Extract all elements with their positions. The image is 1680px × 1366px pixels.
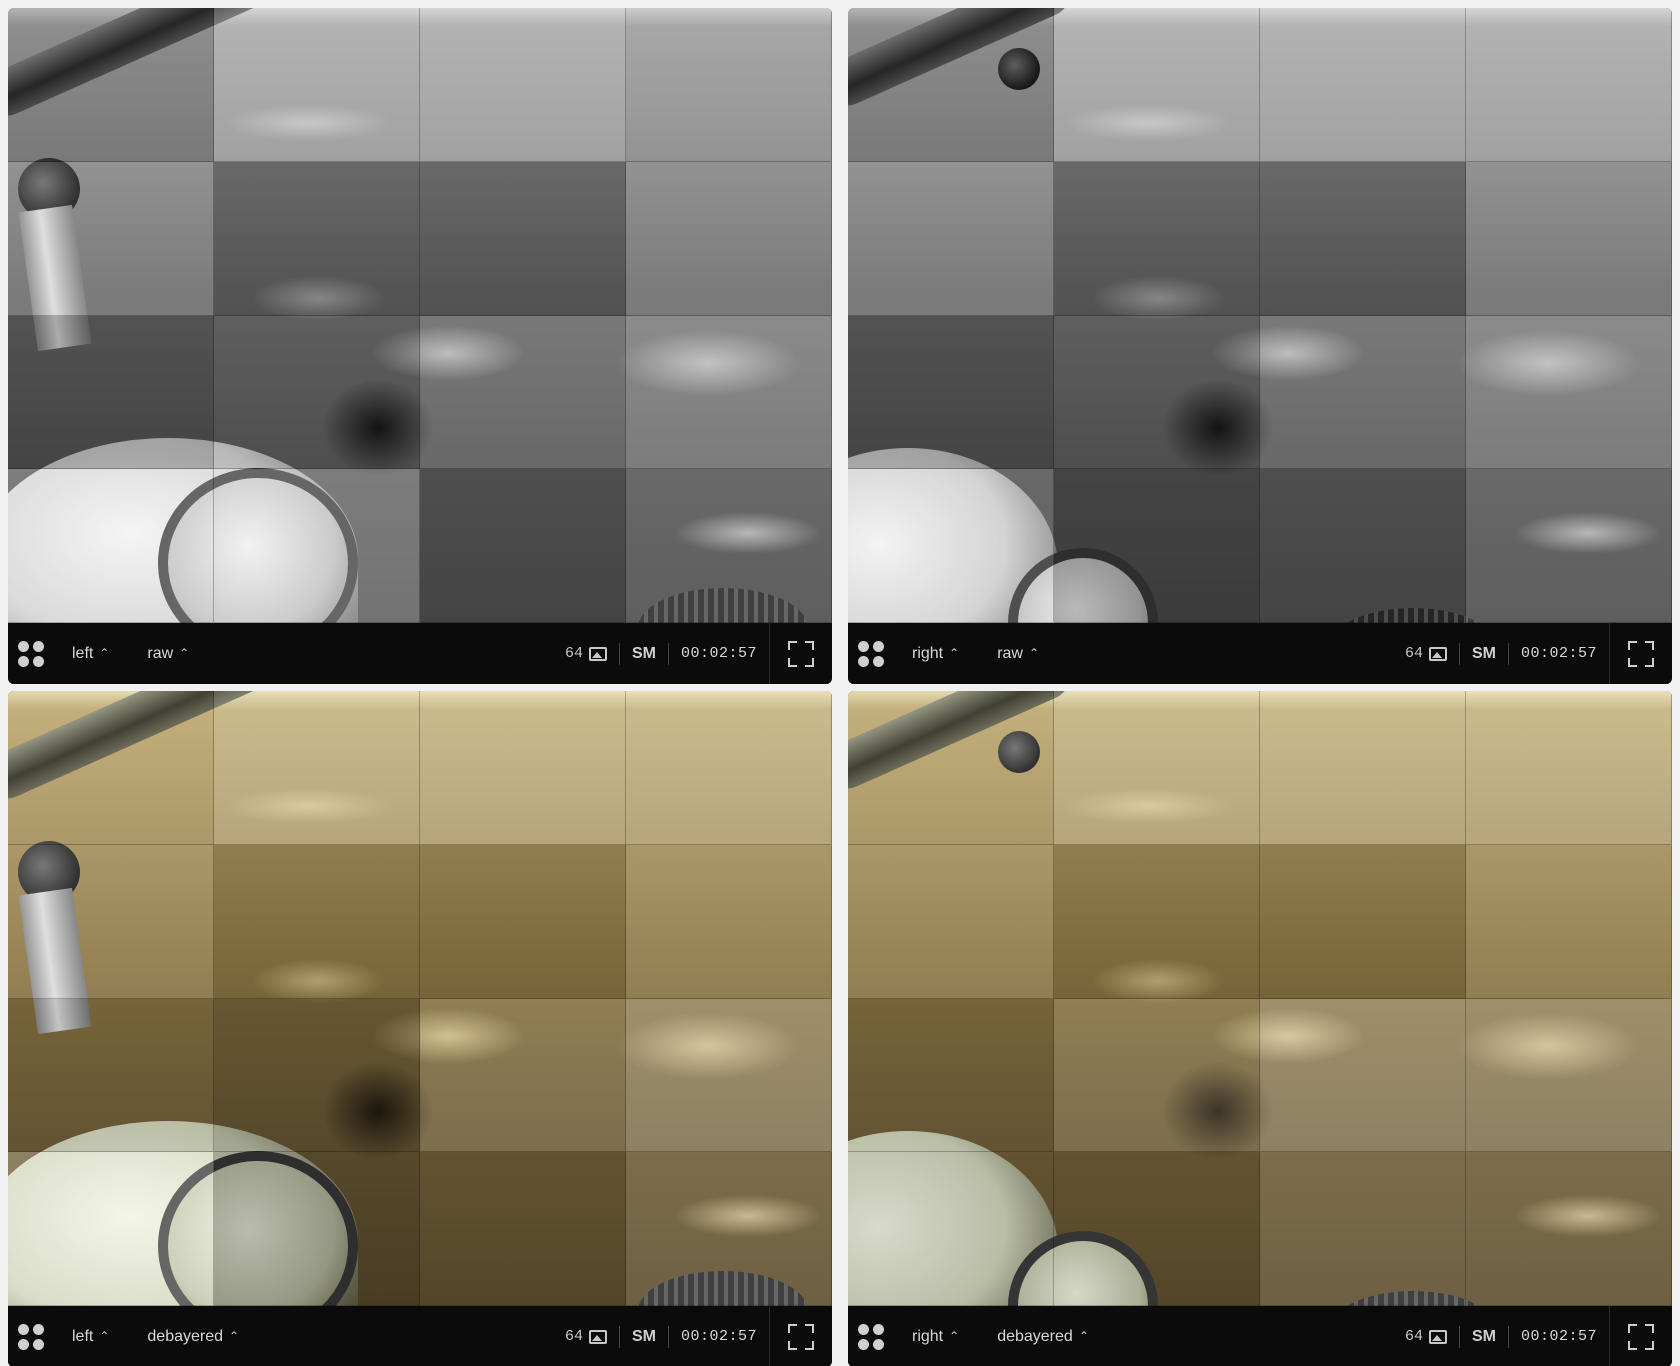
- viewer-toolbar: left ⌃ debayered ⌃ 64 SM 00:02:57: [8, 1306, 832, 1366]
- image-icon: [1428, 646, 1447, 661]
- viewer-toolbar: left ⌃ raw ⌃ 64 SM 00:02:57: [8, 623, 832, 684]
- frame-count-value: 64: [564, 645, 583, 662]
- chevron-up-icon: ⌃: [1078, 1328, 1089, 1343]
- mode-label: raw: [147, 644, 174, 662]
- image-tile-grid: [8, 691, 832, 1306]
- camera-viewer-right-raw: right ⌃ raw ⌃ 64 SM 00:02:57: [848, 8, 1672, 684]
- mode-label: raw: [997, 644, 1023, 662]
- camera-label: left: [72, 644, 94, 662]
- chevron-up-icon: ⌃: [179, 645, 190, 660]
- camera-select[interactable]: left ⌃: [72, 1328, 109, 1346]
- camera-select[interactable]: left ⌃: [72, 645, 109, 663]
- camera-select[interactable]: right ⌃: [912, 1328, 959, 1346]
- mode-select[interactable]: raw ⌃: [997, 645, 1039, 663]
- timestamp: 00:02:57: [680, 1328, 757, 1345]
- mode-label: debayered: [147, 1327, 224, 1345]
- fullscreen-button[interactable]: [770, 623, 832, 684]
- frame-count: 64: [565, 1328, 607, 1345]
- viewer-toolbar: right ⌃ raw ⌃ 64 SM 00:02:57: [848, 623, 1672, 684]
- image-tile-grid: [8, 8, 832, 623]
- image-tile-grid: [848, 8, 1672, 623]
- camera-viewer-left-debayered: left ⌃ debayered ⌃ 64 SM 00:02:57: [8, 691, 832, 1366]
- frame-count-value: 64: [1404, 1328, 1423, 1345]
- camera-image[interactable]: [848, 8, 1672, 623]
- chevron-up-icon: ⌃: [99, 1328, 110, 1343]
- timestamp: 00:02:57: [1520, 1328, 1597, 1345]
- size-label[interactable]: SM: [632, 1328, 656, 1346]
- frame-count: 64: [1405, 1328, 1447, 1345]
- image-icon: [588, 1329, 607, 1344]
- mode-select[interactable]: raw ⌃: [147, 645, 189, 663]
- mode-select[interactable]: debayered ⌃: [997, 1328, 1089, 1346]
- chevron-up-icon: ⌃: [949, 645, 960, 660]
- frame-count-value: 64: [564, 1328, 583, 1345]
- mode-label: debayered: [997, 1327, 1073, 1345]
- chevron-up-icon: ⌃: [1028, 645, 1040, 660]
- frame-count: 64: [565, 645, 607, 662]
- fullscreen-button[interactable]: [1610, 1306, 1672, 1366]
- timestamp: 00:02:57: [1520, 645, 1597, 662]
- grid-dots-icon[interactable]: [858, 1323, 884, 1350]
- frame-count: 64: [1405, 645, 1447, 662]
- grid-dots-icon[interactable]: [18, 1323, 44, 1350]
- camera-label: right: [912, 1327, 944, 1345]
- image-icon: [588, 646, 607, 661]
- grid-dots-icon[interactable]: [858, 640, 884, 667]
- mode-select[interactable]: debayered ⌃: [147, 1328, 239, 1346]
- grid-dots-icon[interactable]: [18, 640, 44, 667]
- expand-icon: [1628, 640, 1654, 667]
- frame-count-value: 64: [1404, 645, 1423, 662]
- camera-image[interactable]: [8, 691, 832, 1306]
- fullscreen-button[interactable]: [1610, 623, 1672, 684]
- chevron-up-icon: ⌃: [229, 1328, 240, 1343]
- camera-viewer-right-debayered: right ⌃ debayered ⌃ 64 SM 00:02:57: [848, 691, 1672, 1366]
- size-label[interactable]: SM: [1472, 1328, 1496, 1346]
- camera-viewer-left-raw: left ⌃ raw ⌃ 64 SM 00:02:57: [8, 8, 832, 684]
- image-tile-grid: [848, 691, 1672, 1306]
- camera-image[interactable]: [848, 691, 1672, 1306]
- chevron-up-icon: ⌃: [99, 645, 110, 660]
- fullscreen-button[interactable]: [770, 1306, 832, 1366]
- expand-icon: [788, 1323, 814, 1350]
- viewer-toolbar: right ⌃ debayered ⌃ 64 SM 00:02:57: [848, 1306, 1672, 1366]
- timestamp: 00:02:57: [680, 645, 757, 662]
- expand-icon: [1628, 1323, 1654, 1350]
- image-icon: [1428, 1329, 1447, 1344]
- size-label[interactable]: SM: [1472, 645, 1496, 663]
- camera-select[interactable]: right ⌃: [912, 645, 959, 663]
- size-label[interactable]: SM: [632, 645, 656, 663]
- expand-icon: [788, 640, 814, 667]
- camera-label: left: [72, 1327, 94, 1345]
- camera-image[interactable]: [8, 8, 832, 623]
- camera-label: right: [912, 644, 944, 662]
- chevron-up-icon: ⌃: [949, 1328, 960, 1343]
